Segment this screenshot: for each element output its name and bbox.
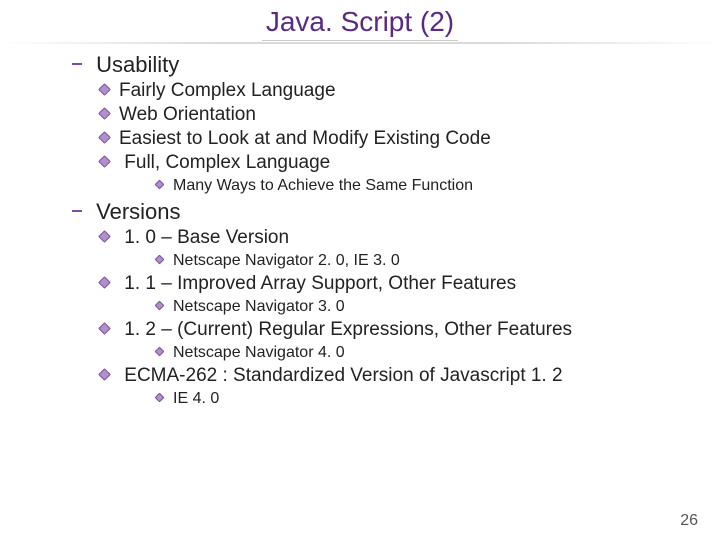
item-text: 1. 2 – (Current) Regular Expressions, Ot… <box>124 319 572 340</box>
sub-items: IE 4. 0 <box>100 390 690 408</box>
section-heading-text: Versions <box>96 199 180 224</box>
sub-items: Netscape Navigator 2. 0, IE 3. 0 <box>100 252 690 270</box>
slide: Java. Script (2) Usability Fairly Comple… <box>0 0 720 540</box>
sub-item-text: Netscape Navigator 4. 0 <box>173 344 345 361</box>
sub-items: Netscape Navigator 4. 0 <box>100 344 690 362</box>
sub-item-text: Many Ways to Achieve the Same Function <box>173 177 473 194</box>
slide-title: Java. Script (2) <box>262 6 458 41</box>
list-item: 1. 2 – (Current) Regular Expressions, Ot… <box>100 319 690 362</box>
page-number: 26 <box>680 512 698 530</box>
sub-item: Netscape Navigator 4. 0 <box>156 344 690 362</box>
sub-item: Netscape Navigator 2. 0, IE 3. 0 <box>156 252 690 270</box>
section-heading: Usability Fairly Complex Language Web Or… <box>72 52 690 195</box>
sub-item-text: Netscape Navigator 2. 0, IE 3. 0 <box>173 252 400 269</box>
slide-body: Usability Fairly Complex Language Web Or… <box>0 44 720 408</box>
item-text: 1. 0 – Base Version <box>124 227 289 248</box>
section-heading: Versions 1. 0 – Base Version Netscape Na… <box>72 199 690 408</box>
list-item: ECMA-262 : Standardized Version of Javas… <box>100 365 690 408</box>
section-heading-text: Usability <box>96 52 179 77</box>
sub-item: Netscape Navigator 3. 0 <box>156 298 690 316</box>
item-text: Fairly Complex Language <box>119 80 336 101</box>
list-item: 1. 0 – Base Version Netscape Navigator 2… <box>100 227 690 270</box>
section-items: 1. 0 – Base Version Netscape Navigator 2… <box>72 227 690 408</box>
item-text: Web Orientation <box>119 104 256 125</box>
list-item: Fairly Complex Language <box>100 80 690 102</box>
sub-items: Netscape Navigator 3. 0 <box>100 298 690 316</box>
list-item: 1. 1 – Improved Array Support, Other Fea… <box>100 273 690 316</box>
item-text: 1. 1 – Improved Array Support, Other Fea… <box>124 273 516 294</box>
item-text: Easiest to Look at and Modify Existing C… <box>119 128 491 149</box>
list-item: Easiest to Look at and Modify Existing C… <box>100 128 690 150</box>
list-item: Full, Complex Language Many Ways to Achi… <box>100 152 690 195</box>
item-text: Full, Complex Language <box>124 152 330 173</box>
item-text: ECMA-262 : Standardized Version of Javas… <box>124 365 562 386</box>
sub-item-text: Netscape Navigator 3. 0 <box>173 298 345 315</box>
list-item: Web Orientation <box>100 104 690 126</box>
sub-item-text: IE 4. 0 <box>173 390 219 407</box>
title-area: Java. Script (2) <box>0 0 720 44</box>
sub-item: IE 4. 0 <box>156 390 690 408</box>
outline-root: Usability Fairly Complex Language Web Or… <box>72 52 690 408</box>
sub-items: Many Ways to Achieve the Same Function <box>100 177 690 195</box>
sub-item: Many Ways to Achieve the Same Function <box>156 177 690 195</box>
section-items: Fairly Complex Language Web Orientation … <box>72 80 690 195</box>
